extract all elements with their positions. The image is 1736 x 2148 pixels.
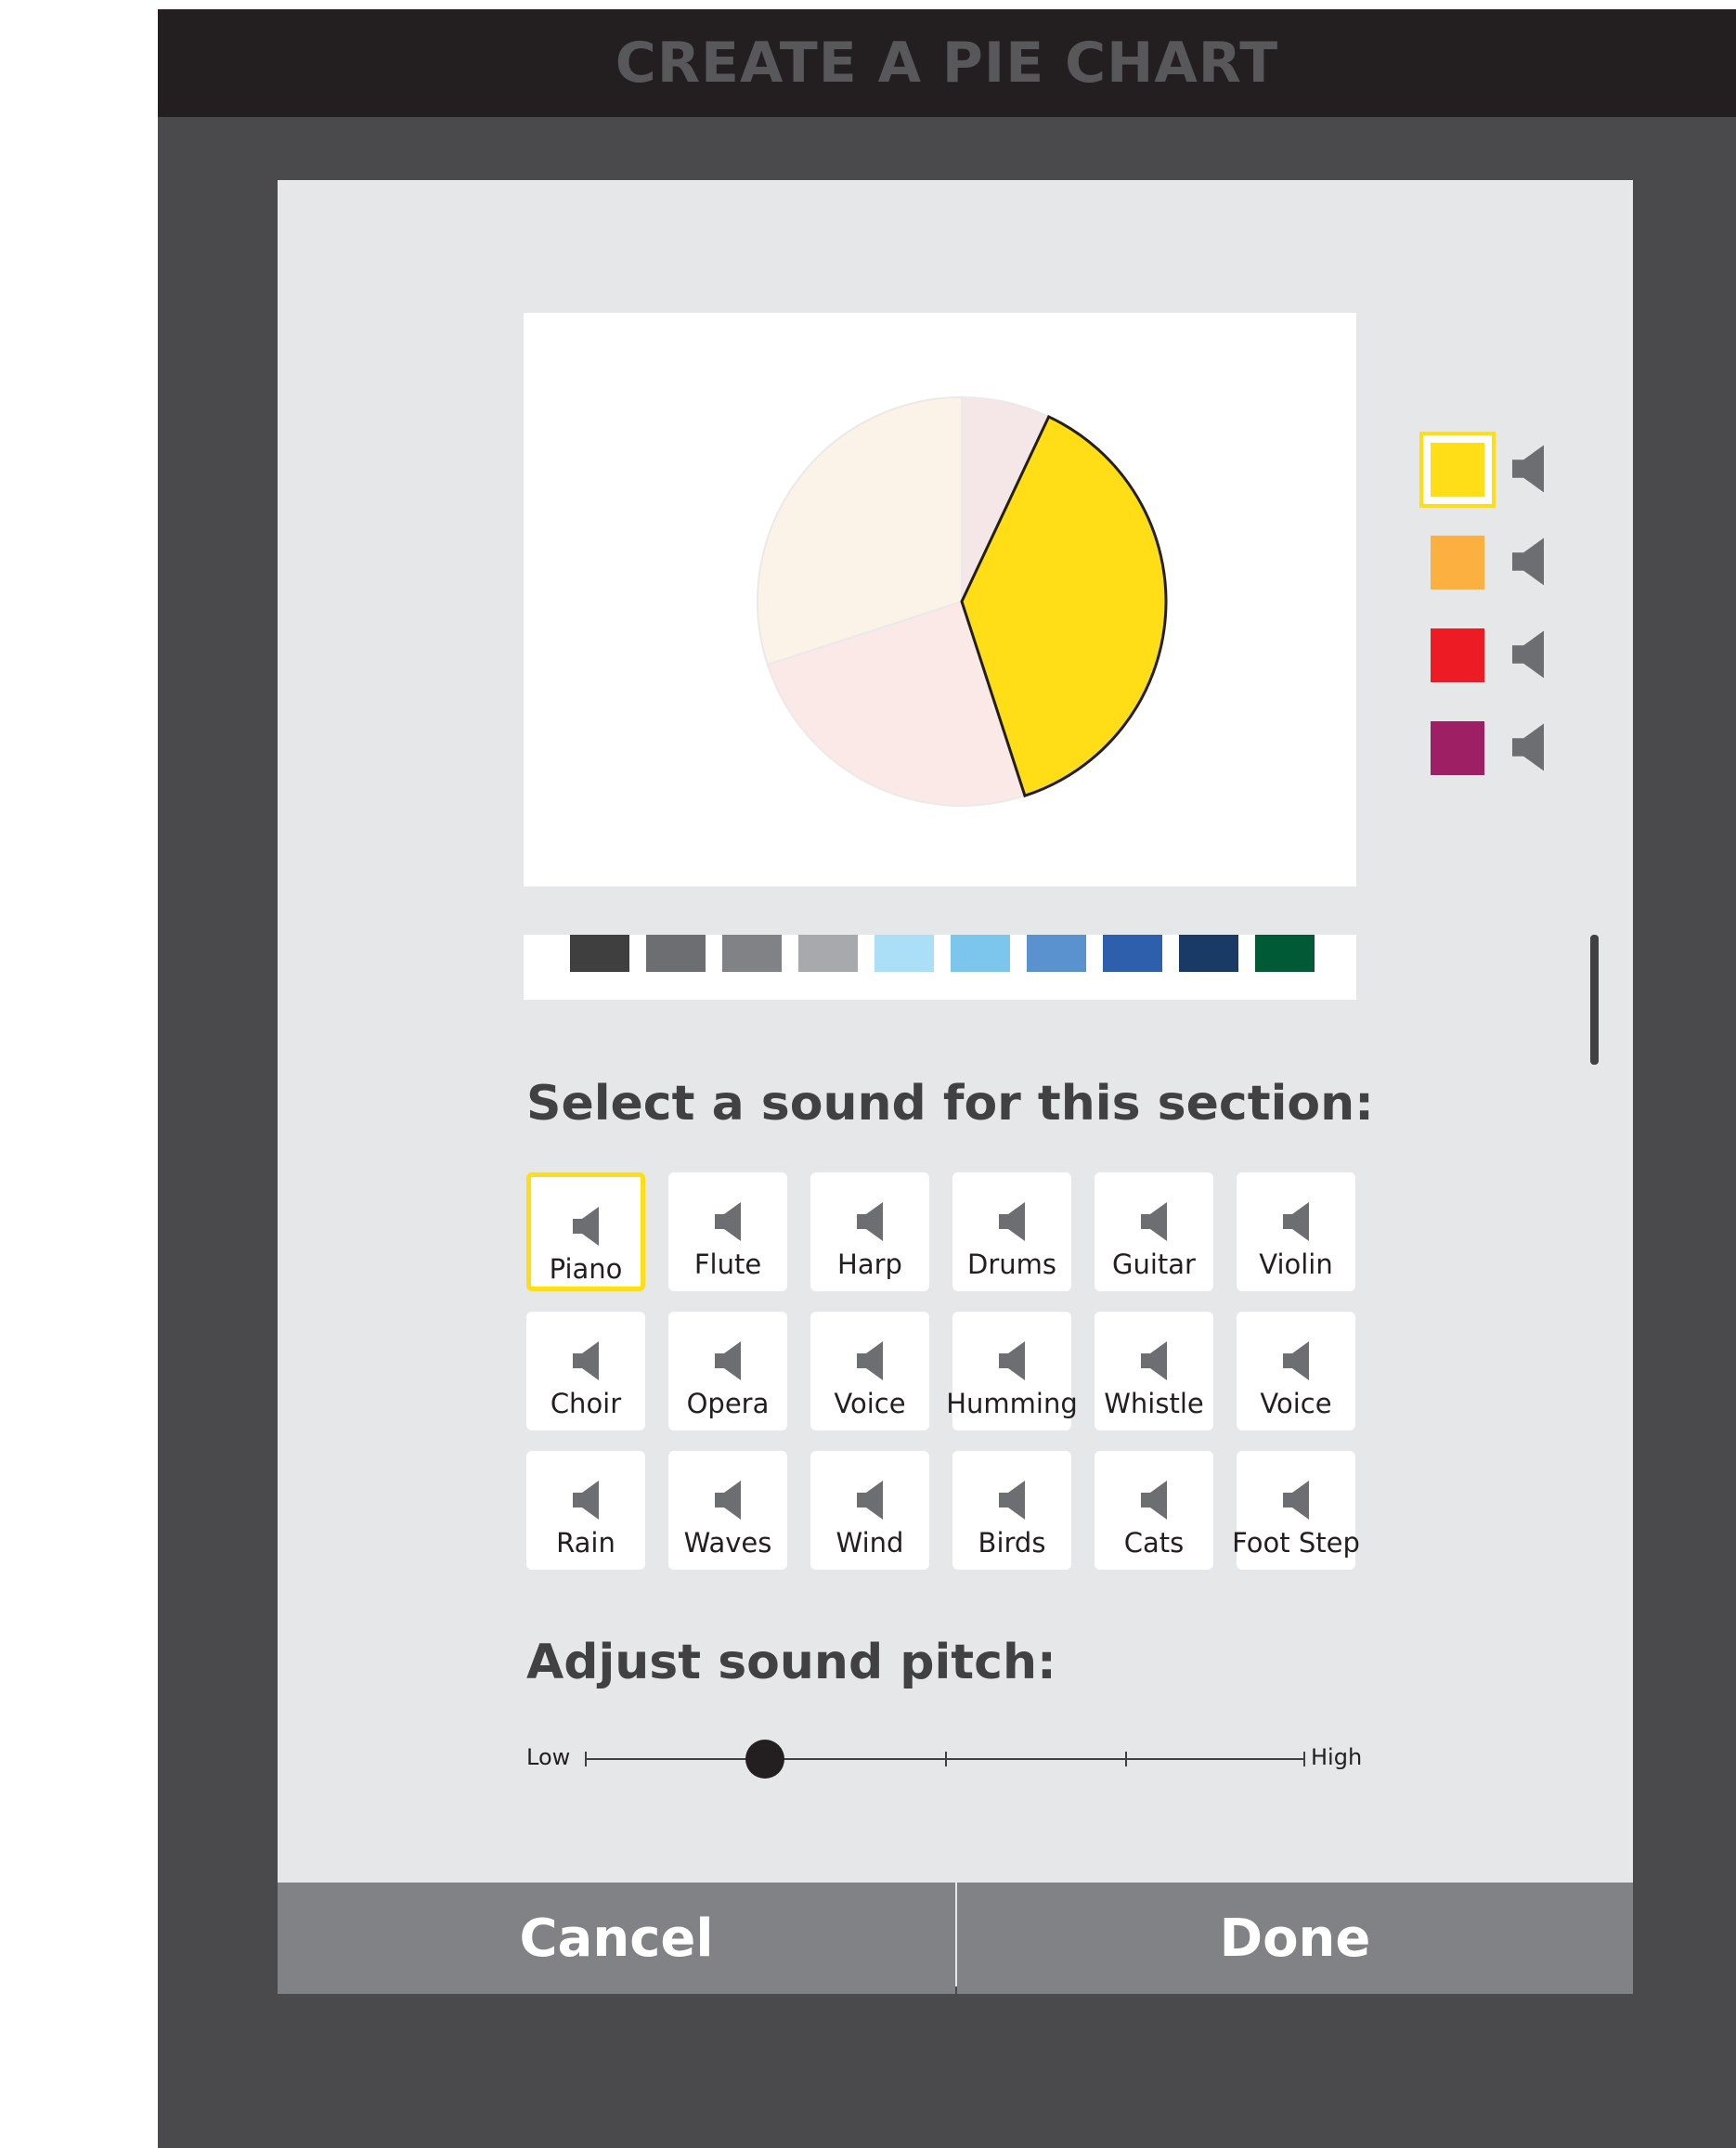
color-swatch[interactable] — [951, 935, 1010, 972]
speaker-icon — [1141, 1202, 1167, 1241]
slider-tick — [1303, 1752, 1305, 1766]
sound-option-button[interactable]: Wind — [810, 1451, 929, 1570]
sound-option-button[interactable]: Harp — [810, 1172, 929, 1291]
slider-low-label: Low — [526, 1744, 571, 1770]
legend-swatch — [1431, 536, 1484, 589]
legend-color-item[interactable] — [1419, 617, 1496, 693]
legend-swatch — [1431, 443, 1484, 497]
sound-option-label: Drums — [967, 1249, 1056, 1280]
sound-option-label: Voice — [1260, 1388, 1332, 1419]
legend-speaker-button[interactable] — [1512, 443, 1548, 497]
slider-tick — [945, 1752, 947, 1766]
sound-option-button[interactable]: Voice — [810, 1312, 929, 1430]
color-swatch[interactable] — [798, 935, 858, 972]
speaker-icon — [573, 1481, 599, 1520]
sound-option-label: Piano — [549, 1253, 623, 1285]
speaker-icon — [1283, 1341, 1309, 1380]
sound-option-button[interactable]: Whistle — [1095, 1312, 1213, 1430]
legend-color-item[interactable] — [1419, 432, 1496, 508]
sound-option-button[interactable]: Humming — [946, 1312, 1078, 1430]
slider-handle[interactable] — [745, 1740, 784, 1779]
speaker-icon — [1512, 537, 1544, 586]
sound-option-button[interactable]: Guitar — [1095, 1172, 1213, 1291]
sound-option-label: Guitar — [1112, 1249, 1196, 1280]
speaker-icon — [1141, 1481, 1167, 1520]
sound-option-label: Humming — [946, 1388, 1078, 1419]
sound-option-button[interactable]: Cats — [1095, 1451, 1213, 1570]
legend-swatch — [1431, 721, 1484, 775]
speaker-icon — [999, 1481, 1025, 1520]
legend-color-item[interactable] — [1419, 524, 1496, 601]
sound-option-button[interactable]: Voice — [1237, 1312, 1355, 1430]
legend-swatch — [1431, 628, 1484, 682]
sound-option-label: Violin — [1259, 1249, 1333, 1280]
sound-option-button[interactable]: Rain — [526, 1451, 645, 1570]
done-button[interactable]: Done — [957, 1883, 1633, 1994]
sound-option-label: Flute — [693, 1249, 762, 1280]
color-swatch[interactable] — [722, 935, 782, 972]
speaker-icon — [999, 1341, 1025, 1380]
color-swatch[interactable] — [1255, 935, 1315, 972]
sound-option-label: Foot Step — [1232, 1527, 1360, 1559]
sound-option-label: Harp — [837, 1249, 902, 1280]
sound-option-button[interactable]: Choir — [526, 1312, 645, 1430]
page-title: CREATE A PIE CHART — [615, 31, 1279, 96]
speaker-icon — [857, 1341, 883, 1380]
legend-speaker-button[interactable] — [1512, 628, 1548, 682]
color-swatch[interactable] — [646, 935, 706, 972]
speaker-icon — [1512, 630, 1544, 679]
legend-speaker-button[interactable] — [1512, 721, 1548, 775]
color-swatch[interactable] — [874, 935, 934, 972]
title-bar: CREATE A PIE CHART — [158, 9, 1736, 117]
color-swatch[interactable] — [1027, 935, 1086, 972]
scrollbar[interactable] — [1590, 935, 1599, 1065]
sound-option-button[interactable]: Flute — [668, 1172, 787, 1291]
pie-chart-dialog: Select a sound for this section: Piano Fl… — [278, 180, 1633, 1994]
sound-option-button[interactable]: Waves — [668, 1451, 787, 1570]
sound-option-label: Whistle — [1104, 1388, 1204, 1419]
slider-tick — [585, 1752, 587, 1766]
sound-option-label: Waves — [683, 1527, 772, 1559]
sound-option-button[interactable]: Drums — [952, 1172, 1071, 1291]
speaker-icon — [573, 1207, 599, 1246]
color-swatch[interactable] — [570, 935, 629, 972]
slider-tick — [1125, 1752, 1127, 1766]
speaker-icon — [999, 1202, 1025, 1241]
speaker-icon — [715, 1481, 741, 1520]
sound-option-button[interactable]: Violin — [1237, 1172, 1355, 1291]
sound-option-label: Rain — [556, 1527, 615, 1559]
sound-option-button[interactable]: Piano — [526, 1172, 645, 1291]
sound-option-button[interactable]: Foot Step — [1232, 1451, 1360, 1570]
legend-color-item[interactable] — [1419, 710, 1496, 786]
cancel-button[interactable]: Cancel — [278, 1883, 955, 1994]
slider-high-label: High — [1311, 1744, 1363, 1770]
sound-option-label: Wind — [836, 1527, 904, 1559]
sound-option-label: Choir — [550, 1388, 622, 1419]
speaker-icon — [1283, 1202, 1309, 1241]
color-palette — [524, 935, 1356, 1000]
app-window: CREATE A PIE CHART Select a sound for th… — [158, 9, 1736, 2148]
speaker-icon — [1283, 1481, 1309, 1520]
speaker-icon — [715, 1341, 741, 1380]
speaker-icon — [857, 1481, 883, 1520]
speaker-icon — [857, 1202, 883, 1241]
legend-speaker-button[interactable] — [1512, 536, 1548, 589]
speaker-icon — [1512, 445, 1544, 493]
sound-option-label: Birds — [978, 1527, 1046, 1559]
speaker-icon — [1141, 1341, 1167, 1380]
sound-option-button[interactable]: Opera — [668, 1312, 787, 1430]
sound-option-label: Voice — [834, 1388, 906, 1419]
color-swatch[interactable] — [1103, 935, 1162, 972]
pitch-heading: Adjust sound pitch: — [526, 1635, 1056, 1690]
speaker-icon — [1512, 723, 1544, 771]
color-swatch[interactable] — [1179, 935, 1238, 972]
sound-heading: Select a sound for this section: — [526, 1076, 1374, 1132]
pie-chart — [757, 395, 1168, 807]
chart-preview — [524, 313, 1356, 886]
speaker-icon — [573, 1341, 599, 1380]
sound-option-label: Cats — [1123, 1527, 1185, 1559]
speaker-icon — [715, 1202, 741, 1241]
sound-option-label: Opera — [686, 1388, 770, 1419]
sound-option-button[interactable]: Birds — [952, 1451, 1071, 1570]
